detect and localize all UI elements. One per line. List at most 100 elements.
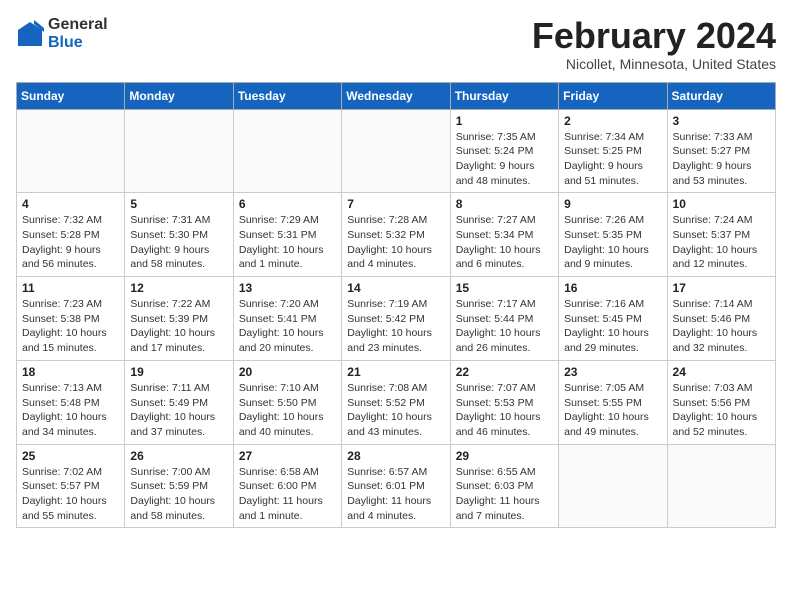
day-info: Sunrise: 7:29 AM Sunset: 5:31 PM Dayligh…	[239, 213, 336, 272]
calendar-day: 24 Sunrise: 7:03 AM Sunset: 5:56 PM Dayli…	[667, 360, 775, 444]
logo-text: General Blue	[48, 16, 108, 51]
day-number: 29	[456, 449, 553, 463]
weekday-header-tuesday: Tuesday	[233, 82, 341, 109]
calendar-day: 12 Sunrise: 7:22 AM Sunset: 5:39 PM Dayli…	[125, 277, 233, 361]
day-number: 23	[564, 365, 661, 379]
day-info: Sunrise: 7:23 AM Sunset: 5:38 PM Dayligh…	[22, 297, 119, 356]
day-number: 12	[130, 281, 227, 295]
location-text: Nicollet, Minnesota, United States	[532, 56, 776, 72]
calendar-day: 3Sunrise: 7:33 AM Sunset: 5:27 PM Daylig…	[667, 109, 775, 193]
calendar-day: 11 Sunrise: 7:23 AM Sunset: 5:38 PM Dayli…	[17, 277, 125, 361]
day-number: 25	[22, 449, 119, 463]
calendar-header: SundayMondayTuesdayWednesdayThursdayFrid…	[17, 82, 776, 109]
calendar-week-1: 1 Sunrise: 7:35 AM Sunset: 5:24 PM Daylig…	[17, 109, 776, 193]
day-info: Sunrise: 7:26 AM Sunset: 5:35 PM Dayligh…	[564, 213, 661, 272]
day-number: 18	[22, 365, 119, 379]
calendar-day: 17Sunrise: 7:14 AM Sunset: 5:46 PM Dayli…	[667, 277, 775, 361]
calendar-day: 29Sunrise: 6:55 AM Sunset: 6:03 PM Dayli…	[450, 444, 558, 528]
day-info: Sunrise: 7:24 AM Sunset: 5:37 PM Dayligh…	[673, 213, 770, 272]
day-number: 9	[564, 197, 661, 211]
calendar-day: 18 Sunrise: 7:13 AM Sunset: 5:48 PM Dayli…	[17, 360, 125, 444]
calendar-day: 27Sunrise: 6:58 AM Sunset: 6:00 PM Dayli…	[233, 444, 341, 528]
calendar-day	[342, 109, 450, 193]
day-info: Sunrise: 7:20 AM Sunset: 5:41 PM Dayligh…	[239, 297, 336, 356]
day-info: Sunrise: 7:10 AM Sunset: 5:50 PM Dayligh…	[239, 381, 336, 440]
page-header: General Blue February 2024 Nicollet, Min…	[16, 16, 776, 72]
weekday-header-saturday: Saturday	[667, 82, 775, 109]
day-info: Sunrise: 7:08 AM Sunset: 5:52 PM Dayligh…	[347, 381, 444, 440]
calendar-day: 22Sunrise: 7:07 AM Sunset: 5:53 PM Dayli…	[450, 360, 558, 444]
day-info: Sunrise: 7:14 AM Sunset: 5:46 PM Dayligh…	[673, 297, 770, 356]
weekday-header-thursday: Thursday	[450, 82, 558, 109]
day-info: Sunrise: 7:34 AM Sunset: 5:25 PM Dayligh…	[564, 130, 661, 189]
calendar-day	[233, 109, 341, 193]
logo-icon	[16, 20, 44, 48]
day-info: Sunrise: 7:13 AM Sunset: 5:48 PM Dayligh…	[22, 381, 119, 440]
day-number: 20	[239, 365, 336, 379]
day-number: 8	[456, 197, 553, 211]
day-number: 7	[347, 197, 444, 211]
calendar-day: 20 Sunrise: 7:10 AM Sunset: 5:50 PM Dayli…	[233, 360, 341, 444]
calendar-day: 15Sunrise: 7:17 AM Sunset: 5:44 PM Dayli…	[450, 277, 558, 361]
day-info: Sunrise: 7:03 AM Sunset: 5:56 PM Dayligh…	[673, 381, 770, 440]
day-info: Sunrise: 7:05 AM Sunset: 5:55 PM Dayligh…	[564, 381, 661, 440]
day-number: 21	[347, 365, 444, 379]
calendar-day: 5 Sunrise: 7:31 AM Sunset: 5:30 PM Daylig…	[125, 193, 233, 277]
day-info: Sunrise: 7:35 AM Sunset: 5:24 PM Dayligh…	[456, 130, 553, 189]
day-info: Sunrise: 7:16 AM Sunset: 5:45 PM Dayligh…	[564, 297, 661, 356]
calendar-day: 13 Sunrise: 7:20 AM Sunset: 5:41 PM Dayli…	[233, 277, 341, 361]
weekday-header-row: SundayMondayTuesdayWednesdayThursdayFrid…	[17, 82, 776, 109]
calendar-day: 28Sunrise: 6:57 AM Sunset: 6:01 PM Dayli…	[342, 444, 450, 528]
calendar-week-5: 25 Sunrise: 7:02 AM Sunset: 5:57 PM Dayli…	[17, 444, 776, 528]
weekday-header-wednesday: Wednesday	[342, 82, 450, 109]
day-number: 5	[130, 197, 227, 211]
day-info: Sunrise: 7:19 AM Sunset: 5:42 PM Dayligh…	[347, 297, 444, 356]
calendar-day	[17, 109, 125, 193]
day-number: 15	[456, 281, 553, 295]
title-block: February 2024 Nicollet, Minnesota, Unite…	[532, 16, 776, 72]
day-number: 24	[673, 365, 770, 379]
day-number: 22	[456, 365, 553, 379]
day-info: Sunrise: 7:31 AM Sunset: 5:30 PM Dayligh…	[130, 213, 227, 272]
day-number: 6	[239, 197, 336, 211]
day-info: Sunrise: 7:11 AM Sunset: 5:49 PM Dayligh…	[130, 381, 227, 440]
calendar-body: 1 Sunrise: 7:35 AM Sunset: 5:24 PM Daylig…	[17, 109, 776, 528]
day-number: 13	[239, 281, 336, 295]
calendar-day: 19Sunrise: 7:11 AM Sunset: 5:49 PM Dayli…	[125, 360, 233, 444]
calendar-day: 10 Sunrise: 7:24 AM Sunset: 5:37 PM Dayli…	[667, 193, 775, 277]
day-info: Sunrise: 7:02 AM Sunset: 5:57 PM Dayligh…	[22, 465, 119, 524]
logo-blue: Blue	[48, 34, 83, 51]
day-number: 14	[347, 281, 444, 295]
calendar-day	[667, 444, 775, 528]
calendar-day: 26Sunrise: 7:00 AM Sunset: 5:59 PM Dayli…	[125, 444, 233, 528]
calendar-day: 21 Sunrise: 7:08 AM Sunset: 5:52 PM Dayli…	[342, 360, 450, 444]
calendar-day: 7 Sunrise: 7:28 AM Sunset: 5:32 PM Daylig…	[342, 193, 450, 277]
calendar-day: 8Sunrise: 7:27 AM Sunset: 5:34 PM Daylig…	[450, 193, 558, 277]
day-number: 16	[564, 281, 661, 295]
calendar-day: 14 Sunrise: 7:19 AM Sunset: 5:42 PM Dayli…	[342, 277, 450, 361]
day-info: Sunrise: 6:57 AM Sunset: 6:01 PM Dayligh…	[347, 465, 444, 524]
weekday-header-monday: Monday	[125, 82, 233, 109]
calendar-day: 1 Sunrise: 7:35 AM Sunset: 5:24 PM Daylig…	[450, 109, 558, 193]
day-number: 4	[22, 197, 119, 211]
calendar-day	[559, 444, 667, 528]
calendar-table: SundayMondayTuesdayWednesdayThursdayFrid…	[16, 82, 776, 529]
calendar-day: 9 Sunrise: 7:26 AM Sunset: 5:35 PM Daylig…	[559, 193, 667, 277]
day-number: 11	[22, 281, 119, 295]
calendar-day: 4Sunrise: 7:32 AM Sunset: 5:28 PM Daylig…	[17, 193, 125, 277]
weekday-header-friday: Friday	[559, 82, 667, 109]
day-info: Sunrise: 7:22 AM Sunset: 5:39 PM Dayligh…	[130, 297, 227, 356]
day-info: Sunrise: 7:28 AM Sunset: 5:32 PM Dayligh…	[347, 213, 444, 272]
day-number: 3	[673, 114, 770, 128]
calendar-day: 2 Sunrise: 7:34 AM Sunset: 5:25 PM Daylig…	[559, 109, 667, 193]
calendar-day: 6 Sunrise: 7:29 AM Sunset: 5:31 PM Daylig…	[233, 193, 341, 277]
day-number: 27	[239, 449, 336, 463]
logo-general: General	[48, 16, 108, 33]
calendar-day	[125, 109, 233, 193]
day-number: 10	[673, 197, 770, 211]
logo: General Blue	[16, 16, 108, 51]
month-title: February 2024	[532, 16, 776, 56]
day-number: 2	[564, 114, 661, 128]
day-number: 1	[456, 114, 553, 128]
calendar-day: 16 Sunrise: 7:16 AM Sunset: 5:45 PM Dayli…	[559, 277, 667, 361]
